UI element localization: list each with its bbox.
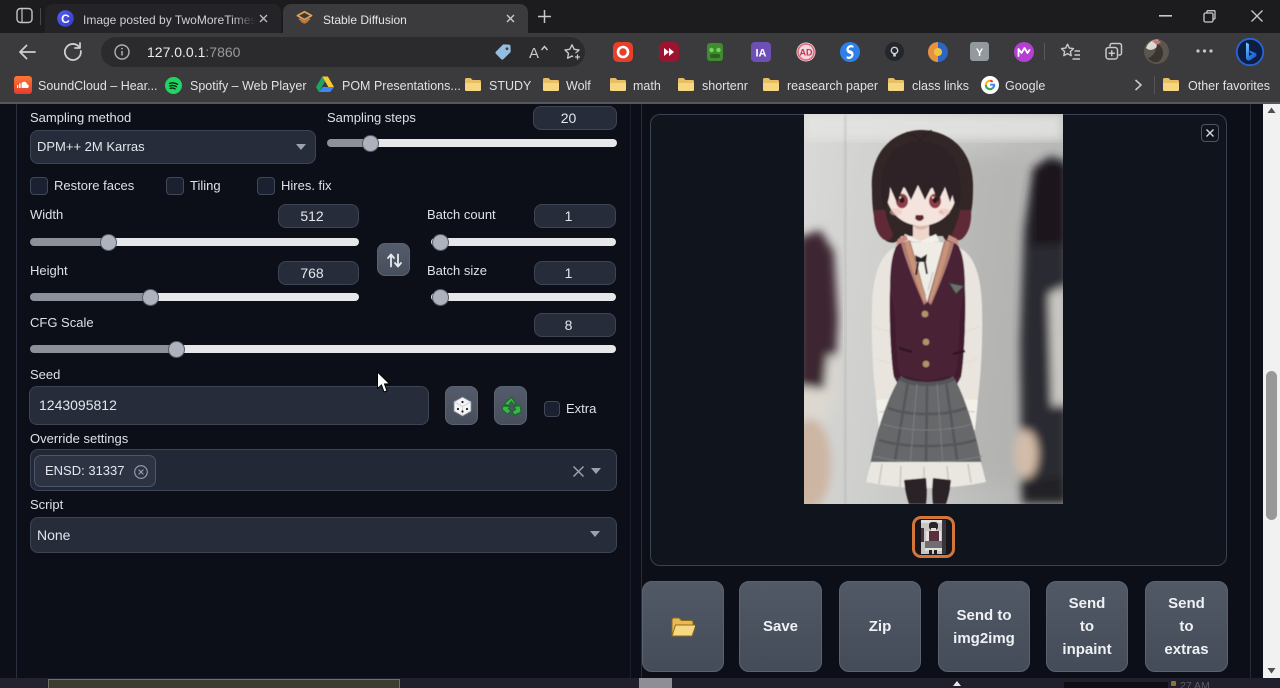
svg-text:C: C (61, 12, 70, 26)
svg-text:Y: Y (976, 47, 984, 59)
svg-text:A: A (529, 45, 539, 61)
svg-text:IA: IA (756, 48, 767, 60)
svg-text:AD: AD (800, 48, 813, 58)
